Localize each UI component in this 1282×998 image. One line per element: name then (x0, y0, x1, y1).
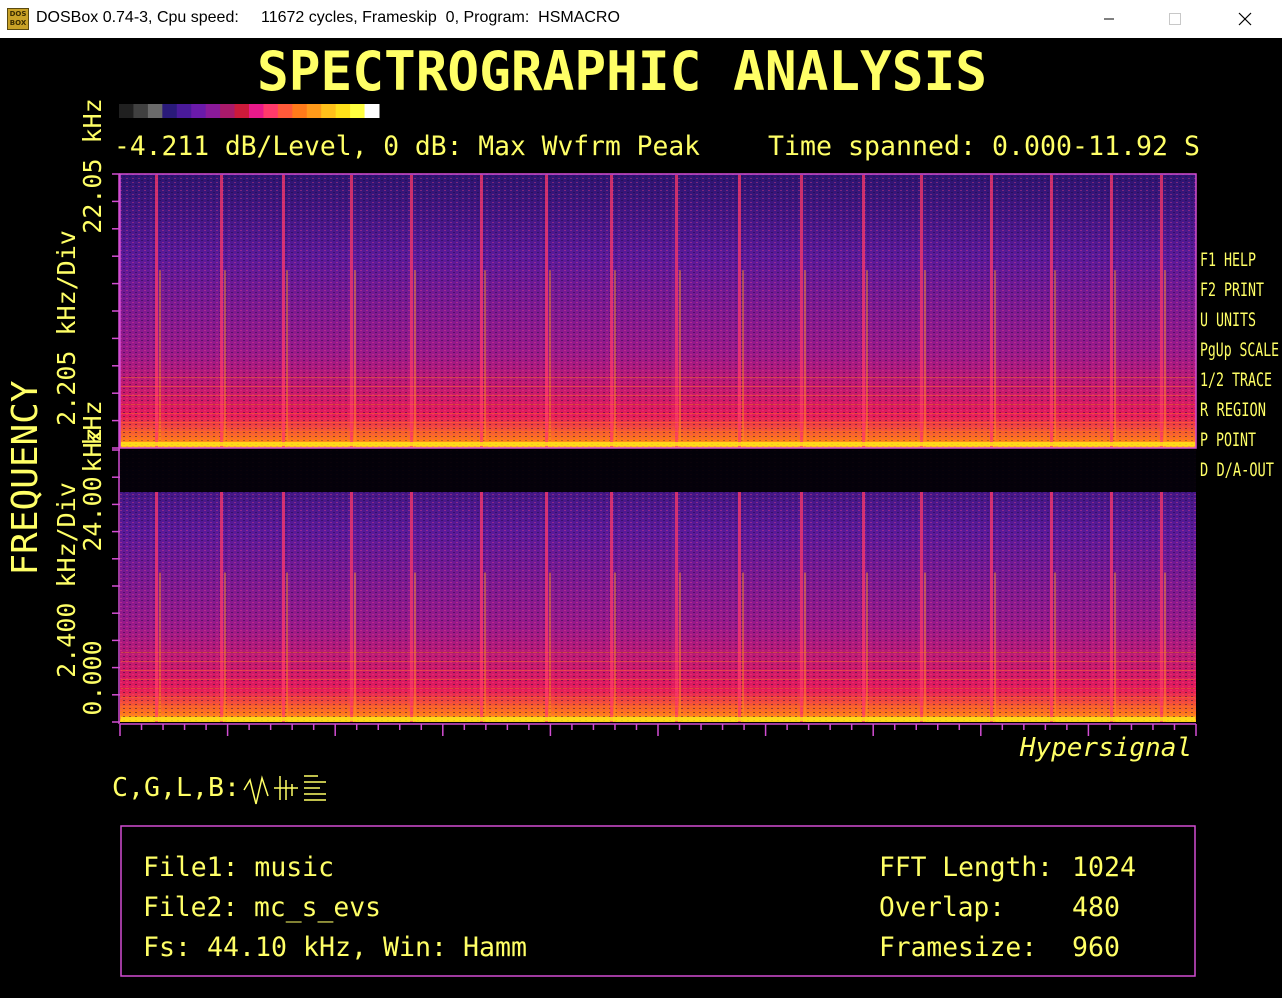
framesize-value: 960 (1072, 932, 1120, 963)
top-max-freq: 22.05 kHz (78, 98, 107, 233)
bottom-scale-label: 2.400 kHz/Div (52, 482, 81, 678)
color-scale-bar (119, 104, 380, 118)
menu-help[interactable]: F1 HELP (1200, 249, 1256, 271)
file1-info: File1: music (143, 852, 334, 883)
top-scale-label: 2.205 kHz/Div (52, 230, 81, 426)
mode-label: C,G,L,B: (112, 773, 240, 803)
minimize-icon (1104, 18, 1114, 20)
time-spanned: Time spanned: 0.000-11.92 S (768, 131, 1200, 162)
level-info: -4.211 dB/Level, 0 dB: Max Wvfrm Peak (114, 131, 700, 162)
menu-trace[interactable]: 1/2 TRACE (1200, 369, 1272, 391)
fft-length-label: FFT Length: (879, 852, 1053, 883)
brand-label: Hypersignal (1019, 733, 1192, 763)
window-titlebar: DOS BOX DOSBox 0.74-3, Cpu speed: 11672 … (0, 0, 1282, 39)
dosbox-icon: DOS BOX (7, 8, 29, 30)
file2-info: File2: mc_s_evs (143, 892, 381, 923)
menu-da-out[interactable]: D D/A-OUT (1200, 459, 1274, 481)
menu-point[interactable]: P POINT (1200, 429, 1256, 451)
waveform-icon[interactable] (243, 775, 269, 805)
overlap-label: Overlap: (879, 892, 1005, 923)
window-title: DOSBox 0.74-3, Cpu speed: 11672 cycles, … (36, 9, 620, 26)
menu-units[interactable]: U UNITS (1200, 309, 1256, 331)
bottom-min-unit: kHz (78, 427, 107, 472)
fs-info: Fs: 44.10 kHz, Win: Hamm (143, 932, 527, 963)
dos-screen[interactable]: SPECTROGRAPHIC ANALYSIS -4.211 dB/Level,… (0, 38, 1282, 998)
maximize-button[interactable] (1152, 0, 1198, 38)
y-axis-label: FREQUENCY (5, 380, 46, 575)
overlap-value: 480 (1072, 892, 1120, 923)
function-menu[interactable]: F1 HELP F2 PRINT U UNITS PgUp SCALE 1/2 … (1200, 249, 1279, 481)
framesize-label: Framesize: (879, 932, 1037, 963)
spectrogram-bottom[interactable] (120, 450, 1196, 722)
menu-scale[interactable]: PgUp SCALE (1200, 339, 1279, 361)
menu-region[interactable]: R REGION (1200, 399, 1266, 421)
close-button[interactable] (1222, 0, 1268, 38)
spectrum-icon[interactable] (274, 776, 298, 800)
y-axis-ticks (112, 173, 120, 724)
fft-length-value: 1024 (1072, 852, 1136, 883)
bottom-min-freq: 0.000 (78, 640, 107, 715)
screen-title: SPECTROGRAPHIC ANALYSIS (257, 40, 987, 103)
close-icon (1238, 12, 1252, 26)
minimize-button[interactable] (1086, 0, 1132, 38)
menu-print[interactable]: F2 PRINT (1200, 279, 1264, 301)
maximize-icon (1169, 13, 1181, 25)
bottom-max-freq: 24.00 (78, 476, 107, 551)
spectrogram-top[interactable] (119, 173, 1197, 449)
list-icon[interactable] (304, 775, 326, 801)
